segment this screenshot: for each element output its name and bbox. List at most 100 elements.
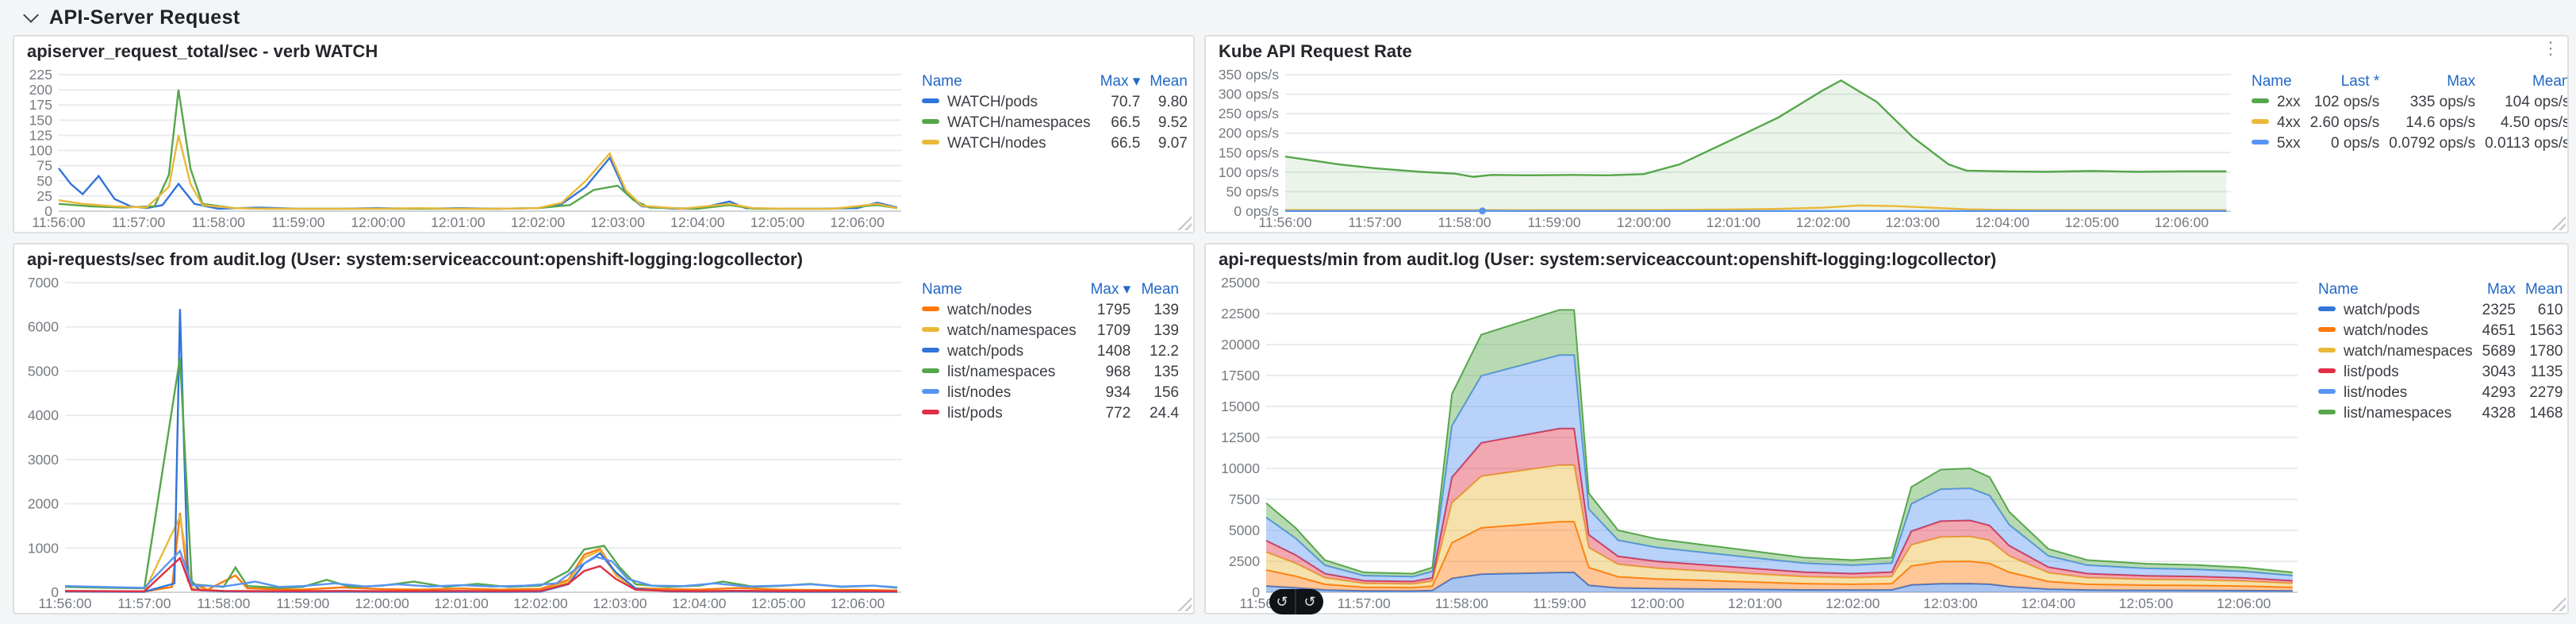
series-color-swatch: [2252, 98, 2269, 103]
svg-text:2000: 2000: [28, 496, 59, 512]
legend-value: 14.6 ops/s: [2405, 114, 2476, 132]
svg-text:1000: 1000: [28, 540, 59, 556]
svg-text:12:00:00: 12:00:00: [1617, 214, 1672, 230]
svg-text:12:04:00: 12:04:00: [1975, 214, 2030, 230]
svg-text:12:04:00: 12:04:00: [672, 595, 727, 611]
legend-column-header[interactable]: Name: [917, 71, 1096, 92]
chart-area[interactable]: 0 25 50 75 100 125 150 175 200 225 11:56:00 11:57:0…: [14, 67, 914, 232]
series-color-swatch: [922, 368, 939, 373]
legend-value: 772: [1105, 405, 1131, 422]
series-color-swatch: [922, 389, 939, 394]
svg-text:7500: 7500: [1229, 491, 1260, 507]
legend-value: 4293: [2482, 384, 2516, 402]
svg-text:200: 200: [29, 82, 53, 98]
svg-text:12:01:00: 12:01:00: [1728, 595, 1783, 611]
svg-text:25000: 25000: [1221, 275, 1260, 291]
row-title: API-Server Request: [49, 6, 240, 29]
legend-table: Name Last * Max Mean 2xx 102 ops/s 335 ops/s 10…: [2244, 67, 2567, 232]
svg-text:175: 175: [29, 97, 53, 113]
panel-header[interactable]: Kube API Request Rate: [1206, 37, 2567, 67]
series-name[interactable]: WATCH/nodes: [947, 135, 1046, 152]
dashboard-row-header[interactable]: API-Server Request: [0, 0, 2576, 35]
chart-svg: 0250050007500100001250015000175002000022…: [1221, 275, 2298, 611]
redo-zoom-button[interactable]: ↺: [1296, 589, 1323, 614]
legend-column-header[interactable]: Name: [2247, 71, 2305, 92]
legend-row: list/pods 3043 1135: [2313, 362, 2567, 383]
svg-text:4000: 4000: [28, 407, 59, 423]
legend-value: 24.4: [1150, 405, 1179, 422]
series-name[interactable]: watch/pods: [947, 343, 1023, 360]
legend-row: 2xx 102 ops/s 335 ops/s 104 ops/s: [2247, 92, 2567, 113]
series-name[interactable]: 4xx: [2277, 114, 2301, 132]
series-name[interactable]: watch/nodes: [2344, 322, 2428, 340]
legend-column-header[interactable]: Mean: [1135, 279, 1184, 300]
series-color-swatch: [2318, 306, 2336, 311]
series-name[interactable]: 2xx: [2277, 94, 2301, 111]
legend-column-header[interactable]: Last *: [2305, 71, 2385, 92]
panel-title: api-requests/min from audit.log (User: s…: [1219, 250, 1997, 269]
legend-value: 3043: [2482, 364, 2516, 381]
series-name[interactable]: list/nodes: [947, 384, 1011, 402]
series-color-swatch: [2318, 327, 2336, 332]
chart-area[interactable]: 0 2500 5000 7500 10000 12500 15000 17500 20000 22…: [1206, 275, 2310, 613]
legend-value: 0.0792 ops/s: [2389, 135, 2476, 152]
svg-text:12:05:00: 12:05:00: [751, 595, 806, 611]
panel-header[interactable]: api-requests/min from audit.log (User: s…: [1206, 245, 2567, 275]
panel-header[interactable]: apiserver_request_total/sec - verb WATCH: [14, 37, 1193, 67]
series-color-swatch: [922, 327, 939, 332]
series-name[interactable]: watch/nodes: [947, 302, 1032, 319]
svg-text:22500: 22500: [1221, 306, 1260, 322]
chart-area[interactable]: 0 1000 2000 3000 4000 5000 6000 7000 11:56:00 11:…: [14, 275, 914, 613]
chevron-down-icon[interactable]: [23, 7, 39, 23]
series-color-swatch: [2252, 119, 2269, 124]
panel-header[interactable]: api-requests/sec from audit.log (User: s…: [14, 245, 1193, 275]
svg-text:250 ops/s: 250 ops/s: [1219, 106, 1279, 121]
series-name[interactable]: 5xx: [2277, 135, 2301, 152]
legend-column-header[interactable]: Max ▾: [1096, 71, 1146, 92]
svg-text:11:57:00: 11:57:00: [1348, 214, 1401, 230]
legend-column-header[interactable]: Mean: [1145, 71, 1192, 92]
svg-text:100 ops/s: 100 ops/s: [1219, 164, 1279, 180]
svg-text:11:56:00: 11:56:00: [1258, 214, 1311, 230]
series-name[interactable]: WATCH/pods: [947, 94, 1038, 111]
series-name[interactable]: list/namespaces: [947, 364, 1055, 381]
svg-text:350 ops/s: 350 ops/s: [1219, 67, 1279, 83]
legend-value: 66.5: [1111, 114, 1141, 132]
series-name[interactable]: watch/namespaces: [947, 322, 1077, 340]
legend-column-header[interactable]: Mean: [2520, 279, 2567, 300]
svg-text:17500: 17500: [1221, 368, 1260, 383]
grafana-dashboard: API-Server Request apiserver_request_tot…: [0, 0, 2576, 624]
svg-text:5000: 5000: [1229, 522, 1260, 538]
legend-column-header[interactable]: Mean: [2480, 71, 2567, 92]
panel-kube-api-request-rate: Kube API Request Rate ⋮ 0 ops/s 50 ops/s 1…: [1204, 35, 2569, 233]
legend-value: 139: [1154, 302, 1179, 319]
svg-text:25: 25: [36, 188, 52, 204]
chart-area[interactable]: 0 ops/s 50 ops/s 100 ops/s 150 ops/s 200 ops…: [1206, 67, 2244, 232]
svg-text:12:03:00: 12:03:00: [590, 214, 645, 230]
legend-value: 135: [1154, 364, 1179, 381]
series-color-swatch: [2318, 389, 2336, 394]
undo-zoom-button[interactable]: ↺: [1269, 589, 1296, 614]
legend-column-header[interactable]: Name: [917, 279, 1085, 300]
legend-table: Name Max ▾ Mean WATCH/pods 70.7 9.80 WATCH/nam…: [914, 67, 1193, 232]
svg-text:11:56:00: 11:56:00: [38, 595, 91, 611]
series-name[interactable]: list/nodes: [2344, 384, 2407, 402]
legend-column-header[interactable]: Name: [2313, 279, 2478, 300]
panel-menu-icon[interactable]: ⋮: [2542, 40, 2559, 59]
legend-column-header[interactable]: Max: [2478, 279, 2520, 300]
series-name[interactable]: WATCH/namespaces: [947, 114, 1091, 132]
legend-row: watch/pods 1408 12.2: [917, 341, 1184, 362]
legend-column-header[interactable]: Max: [2384, 71, 2480, 92]
svg-text:125: 125: [29, 127, 53, 143]
svg-text:12500: 12500: [1221, 429, 1260, 445]
series-name[interactable]: list/pods: [947, 405, 1003, 422]
legend-value: 0 ops/s: [2331, 135, 2380, 152]
legend-column-header[interactable]: Max ▾: [1085, 279, 1135, 300]
legend-row: list/namespaces 4328 1468: [2313, 403, 2567, 424]
series-name[interactable]: watch/namespaces: [2344, 343, 2473, 360]
series-name[interactable]: list/namespaces: [2344, 405, 2451, 422]
series-name[interactable]: watch/pods: [2344, 302, 2420, 319]
series-color-swatch: [922, 119, 939, 124]
series-name[interactable]: list/pods: [2344, 364, 2399, 381]
legend-value: 1709: [1096, 322, 1131, 340]
